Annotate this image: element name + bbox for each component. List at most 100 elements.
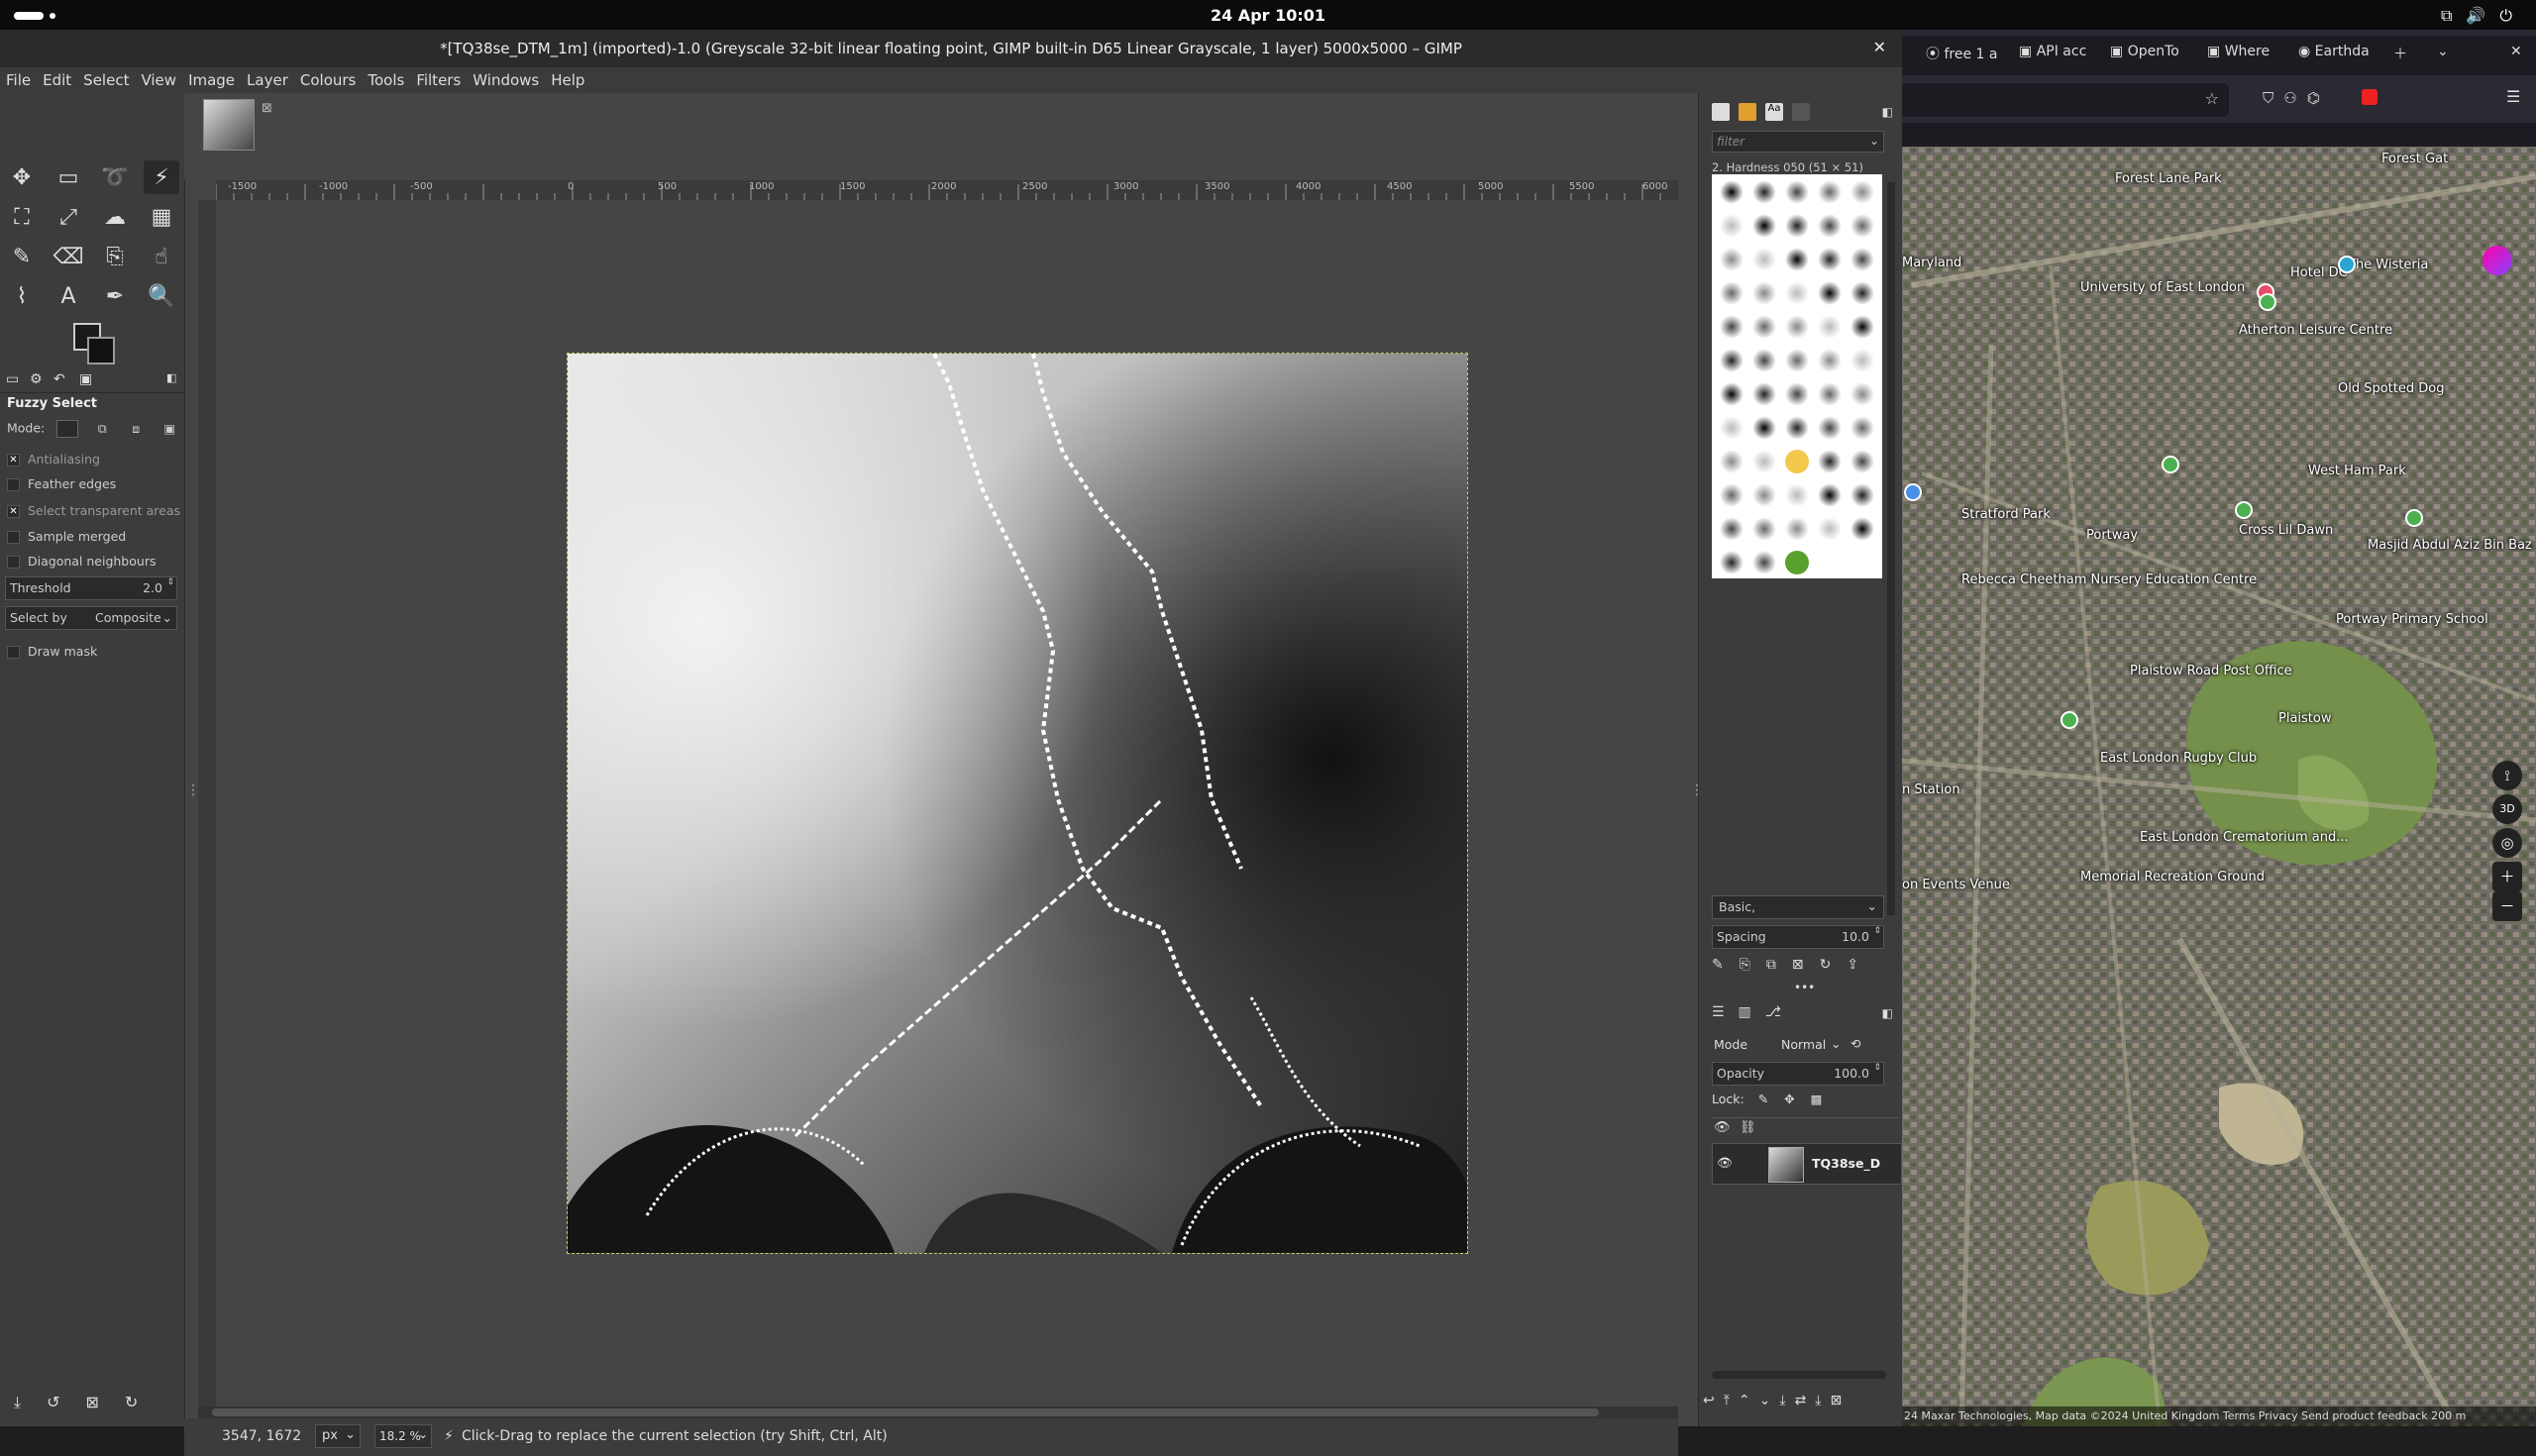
scrollbar-thumb[interactable] xyxy=(212,1408,1599,1416)
lock-position-icon[interactable]: ✥ xyxy=(1784,1092,1794,1106)
extension-icon[interactable] xyxy=(2362,89,2378,105)
menu-icon[interactable]: ☰ xyxy=(2506,87,2520,106)
map-label[interactable]: n Station xyxy=(1902,782,1960,797)
brush-filter-input[interactable]: filter ⌄ xyxy=(1712,131,1884,153)
brush-preset[interactable] xyxy=(1818,349,1842,372)
device-status-tab-icon[interactable]: ⚙ xyxy=(30,371,43,387)
mode-subtract-button[interactable]: ⧈ xyxy=(126,421,146,437)
images-tab-icon[interactable]: ▣ xyxy=(79,371,92,387)
brush-preset[interactable] xyxy=(1850,349,1874,372)
brush-preset[interactable] xyxy=(1752,382,1776,406)
brush-preset[interactable] xyxy=(1818,180,1842,204)
patterns-tab-icon[interactable] xyxy=(1739,103,1756,121)
zoom-in-button[interactable]: ＋ xyxy=(2492,862,2522,891)
tool-options-tab-icon[interactable]: ▭ xyxy=(6,371,19,387)
brush-scrollbar[interactable] xyxy=(1887,182,1895,915)
brush-preset[interactable] xyxy=(1720,281,1744,305)
poi-pin-icon[interactable] xyxy=(2060,711,2078,729)
brush-preset[interactable] xyxy=(1752,349,1776,372)
diagonal-neighbours-checkbox[interactable] xyxy=(7,556,20,569)
brush-preset[interactable] xyxy=(1818,281,1842,305)
sample-merged-checkbox[interactable] xyxy=(7,531,20,544)
crop-tool-icon[interactable]: ⛶ xyxy=(4,200,40,234)
feather-edges-checkbox[interactable] xyxy=(7,478,20,491)
brush-preset[interactable] xyxy=(1785,248,1809,271)
brush-preset[interactable] xyxy=(1850,450,1874,473)
menu-help[interactable]: Help xyxy=(545,67,590,89)
stepper-icon[interactable]: ⇕ xyxy=(1873,926,1881,936)
brush-preset[interactable] xyxy=(1720,483,1744,507)
menu-filters[interactable]: Filters xyxy=(410,67,467,89)
configure-tab-icon[interactable]: ◧ xyxy=(166,371,176,384)
menu-tools[interactable]: Tools xyxy=(362,67,410,89)
brush-preset[interactable] xyxy=(1850,382,1874,406)
brush-preset[interactable] xyxy=(1818,517,1842,541)
brush-preset[interactable] xyxy=(1818,416,1842,440)
map-label[interactable]: Maryland xyxy=(1902,256,1961,270)
vertical-ruler[interactable] xyxy=(198,200,216,1406)
undo-history-tab-icon[interactable]: ↶ xyxy=(53,371,65,387)
tab-1[interactable]: ▣ API acc xyxy=(2019,44,2086,59)
brush-preset[interactable] xyxy=(1850,517,1874,541)
map-label-forest-gate[interactable]: Forest Gat xyxy=(2381,152,2448,166)
brush-preset[interactable] xyxy=(1720,180,1744,204)
unit-dropdown[interactable]: px ⌄ xyxy=(315,1424,361,1448)
brush-preset[interactable] xyxy=(1785,517,1809,541)
layer-row[interactable]: 👁 TQ38se_D xyxy=(1712,1143,1902,1185)
brush-preset[interactable] xyxy=(1752,315,1776,339)
menu-select[interactable]: Select xyxy=(77,67,135,89)
map-label[interactable]: Rebecca Cheetham Nursery Education Centr… xyxy=(1961,572,2257,587)
map-label[interactable]: on Events Venue xyxy=(1902,878,2010,892)
menu-view[interactable]: View xyxy=(135,67,182,89)
draw-mask-option[interactable]: Draw mask xyxy=(7,644,97,659)
map-label[interactable]: Stratford Park xyxy=(1961,507,2051,522)
tab-3[interactable]: ▣ Where xyxy=(2207,44,2270,59)
lock-alpha-icon[interactable]: ▩ xyxy=(1811,1092,1823,1106)
poi-pin-icon[interactable] xyxy=(2405,509,2423,527)
map-label[interactable]: Masjid Abdul Aziz Bin Baz xyxy=(2368,538,2532,553)
brush-preset[interactable] xyxy=(1785,180,1809,204)
select-by-dropdown[interactable]: Select by Composite ⌄ xyxy=(5,606,177,630)
antialiasing-option[interactable]: ✕ Antialiasing xyxy=(7,452,100,467)
eye-icon[interactable]: 👁 xyxy=(1717,1155,1733,1171)
close-image-icon[interactable]: ⊠ xyxy=(262,101,272,116)
tab-0[interactable]: ⦿ free 1 a xyxy=(1926,44,1997,63)
clone-tool-icon[interactable]: ⎘ xyxy=(97,240,133,273)
brush-preset[interactable] xyxy=(1785,281,1809,305)
brush-preset[interactable] xyxy=(1720,416,1744,440)
transform-tool-icon[interactable]: ⤢ xyxy=(51,200,86,234)
map-label[interactable]: West Ham Park xyxy=(2308,464,2406,478)
document-history-tab-icon[interactable] xyxy=(1792,103,1810,121)
map-label[interactable]: East London Crematorium and... xyxy=(2140,830,2349,845)
map-label[interactable]: Plaistow Road Post Office xyxy=(2130,664,2292,678)
zoom-tool-icon[interactable]: 🔍 xyxy=(144,279,179,313)
menu-image[interactable]: Image xyxy=(182,67,241,89)
brush-preset[interactable] xyxy=(1752,214,1776,238)
color-picker-icon[interactable]: ✒ xyxy=(97,279,133,313)
brush-preset[interactable] xyxy=(1720,248,1744,271)
stepper-icon[interactable]: ⇕ xyxy=(1873,1063,1881,1073)
warp-tool-icon[interactable]: ☁ xyxy=(97,200,133,234)
rect-select-icon[interactable]: ▭ xyxy=(51,160,86,194)
opacity-slider[interactable]: Opacity 100.0 ⇕ xyxy=(1712,1062,1884,1086)
brush-preset[interactable] xyxy=(1850,416,1874,440)
close-icon[interactable]: ✕ xyxy=(1873,38,1886,56)
threshold-slider[interactable]: Threshold 2.0 ⇕ xyxy=(5,576,177,600)
select-transparent-checkbox[interactable]: ✕ xyxy=(7,505,20,518)
zoom-out-button[interactable]: － xyxy=(2492,891,2522,921)
brush-preset[interactable] xyxy=(1752,180,1776,204)
layer-name[interactable]: TQ38se_D xyxy=(1812,1156,1880,1171)
brush-preset[interactable] xyxy=(1720,315,1744,339)
brush-preset[interactable] xyxy=(1785,382,1809,406)
bookmark-star-icon[interactable]: ☆ xyxy=(2205,89,2219,108)
fonts-tab-icon[interactable]: Aa xyxy=(1765,103,1783,121)
brush-preset[interactable] xyxy=(1818,248,1842,271)
horizontal-ruler[interactable]: -1500 -1000 -500 0 500 1000 1500 2000 25… xyxy=(215,180,1678,200)
map-label[interactable]: Atherton Leisure Centre xyxy=(2239,323,2392,338)
brush-preset[interactable] xyxy=(1818,315,1842,339)
brush-preset[interactable] xyxy=(1850,180,1874,204)
brush-preset[interactable] xyxy=(1850,315,1874,339)
toolbar-icons[interactable]: ⛉⚇⌬ xyxy=(2263,89,2330,107)
paintbrush-icon[interactable]: ✎ xyxy=(4,240,40,273)
move-tool-icon[interactable]: ✥ xyxy=(4,160,40,194)
